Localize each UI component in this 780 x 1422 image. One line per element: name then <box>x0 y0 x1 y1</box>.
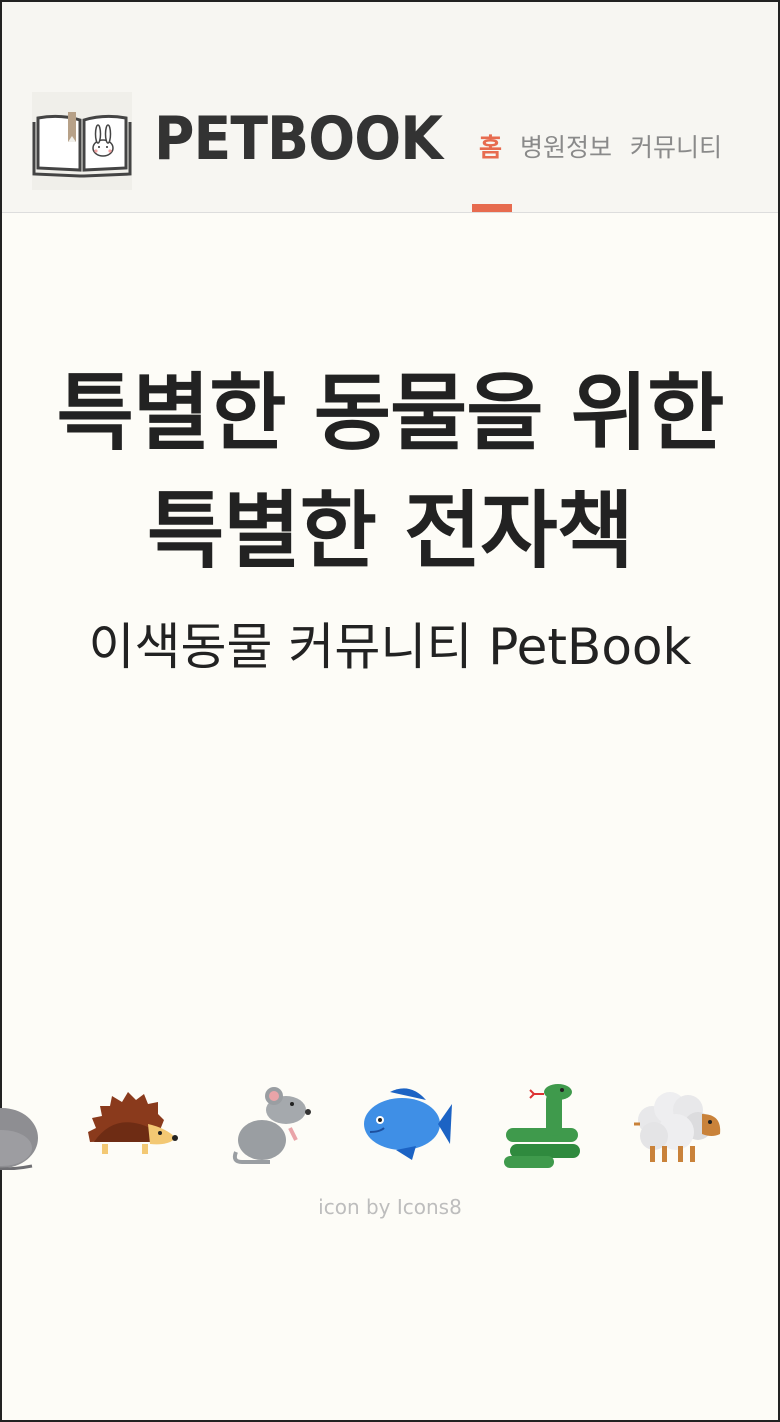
header: PETBOOK 홈 병원정보 커뮤니티 <box>2 2 778 213</box>
hedgehog-icon <box>86 1080 182 1174</box>
hero-title-line1: 특별한 동물을 위한 <box>56 364 725 462</box>
book-rabbit-icon <box>32 112 132 178</box>
rabbit-icon <box>0 1080 42 1174</box>
mouse-icon <box>230 1080 316 1174</box>
logo-text[interactable]: PETBOOK <box>154 104 443 174</box>
hero-subtitle: 이색동물 커뮤니티 PetBook <box>88 618 692 676</box>
hero-title-line2: 특별한 전자책 <box>147 482 634 580</box>
nav-hospital-info[interactable]: 병원정보 <box>520 130 612 166</box>
logo[interactable] <box>32 92 132 190</box>
hero-title: 특별한 동물을 위한 특별한 전자책 <box>2 354 778 590</box>
nav-home[interactable]: 홈 <box>479 130 502 166</box>
nav-active-indicator <box>472 204 512 212</box>
fish-icon <box>360 1080 456 1174</box>
sheep-icon <box>632 1080 728 1174</box>
icon-credit[interactable]: icon by Icons8 <box>2 1192 778 1222</box>
nav-community[interactable]: 커뮤니티 <box>630 130 722 166</box>
snake-icon <box>500 1080 586 1174</box>
